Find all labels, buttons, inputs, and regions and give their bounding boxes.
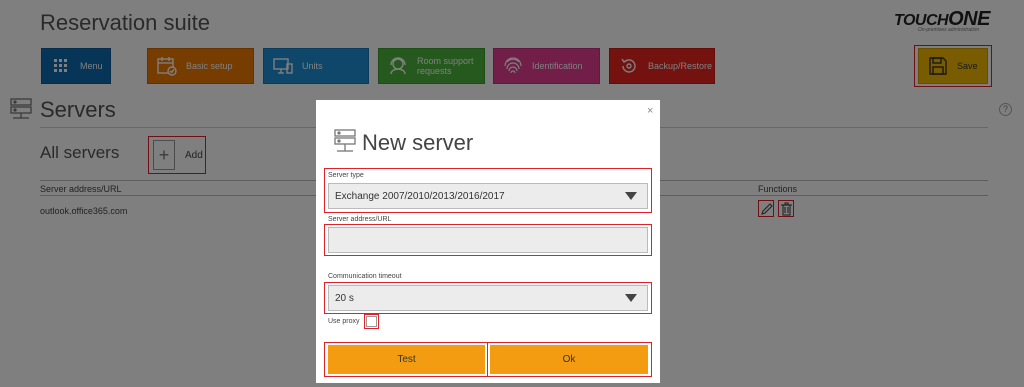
- server-type-select[interactable]: Exchange 2007/2010/2013/2016/2017: [328, 183, 648, 209]
- server-stack-icon: [333, 128, 357, 156]
- timeout-label: Communication timeout: [328, 273, 402, 280]
- server-address-input[interactable]: [328, 227, 648, 253]
- ok-button[interactable]: Ok: [490, 345, 648, 374]
- server-type-label: Server type: [328, 172, 364, 179]
- dialog-title: New server: [362, 130, 474, 155]
- test-button[interactable]: Test: [328, 345, 485, 374]
- server-address-label: Server address/URL: [328, 216, 392, 223]
- server-type-value: Exchange 2007/2010/2013/2016/2017: [335, 190, 505, 202]
- use-proxy-highlight: [364, 314, 379, 329]
- caret-down-icon: [625, 192, 637, 200]
- use-proxy-label: Use proxy: [328, 318, 360, 325]
- timeout-select[interactable]: 20 s: [328, 285, 648, 311]
- close-icon[interactable]: ×: [647, 105, 653, 117]
- caret-down-icon: [625, 294, 637, 302]
- timeout-value: 20 s: [335, 292, 354, 304]
